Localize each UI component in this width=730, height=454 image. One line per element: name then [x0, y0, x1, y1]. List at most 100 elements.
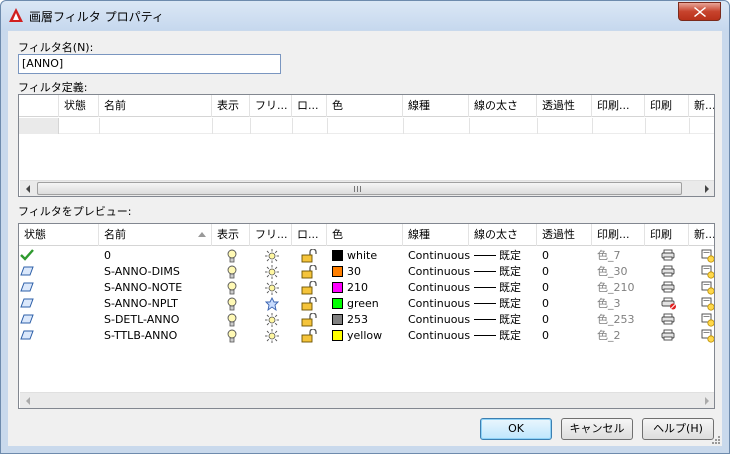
bulb-on-icon[interactable]	[227, 329, 237, 345]
col-lock[interactable]: ロ...	[292, 224, 327, 246]
layer-linetype[interactable]: Continuous	[408, 312, 470, 328]
sun-icon[interactable]	[265, 329, 279, 345]
unlock-icon[interactable]	[301, 328, 317, 345]
layer-plot-style[interactable]: 色_210	[597, 280, 635, 296]
col-freeze[interactable]: フリ...	[250, 224, 292, 246]
layer-row[interactable]: S-TTLB-ANNO yellow Continuous 既定 0 色_2	[19, 328, 714, 345]
bulb-on-icon[interactable]	[227, 313, 237, 329]
scroll-left-icon[interactable]	[20, 181, 36, 197]
def-col-on[interactable]: 表示	[212, 95, 250, 117]
cancel-button[interactable]: キャンセル	[561, 418, 633, 440]
resize-grip-icon[interactable]	[710, 434, 720, 444]
help-button[interactable]: ヘルプ(H)	[642, 418, 714, 440]
layer-linetype[interactable]: Continuous	[408, 328, 470, 344]
def-col-name[interactable]: 名前	[99, 95, 212, 117]
layer-linetype[interactable]: Continuous	[408, 296, 470, 312]
printer-icon[interactable]	[661, 249, 675, 265]
new-vp-freeze-icon[interactable]	[701, 249, 714, 265]
unlock-icon[interactable]	[301, 264, 317, 281]
printer-icon[interactable]	[661, 265, 675, 281]
row-selector[interactable]	[19, 118, 59, 134]
layer-linetype[interactable]: Continuous	[408, 248, 470, 264]
bulb-on-icon[interactable]	[227, 249, 237, 265]
def-col-status[interactable]: 状態	[59, 95, 99, 117]
layer-color[interactable]: 30	[332, 264, 361, 280]
check-icon[interactable]	[20, 249, 34, 265]
layer-transparency[interactable]: 0	[542, 248, 549, 264]
sun-icon[interactable]	[265, 313, 279, 329]
scroll-right-icon[interactable]	[699, 181, 715, 197]
new-vp-freeze-icon[interactable]	[701, 281, 714, 297]
scroll-left-icon[interactable]	[20, 393, 36, 409]
layer-color[interactable]: yellow	[332, 328, 382, 344]
bulb-on-icon[interactable]	[227, 265, 237, 281]
preview-hscrollbar[interactable]	[20, 392, 715, 409]
col-linetype[interactable]: 線種	[403, 224, 469, 246]
layer-icon[interactable]	[20, 313, 34, 329]
layer-transparency[interactable]: 0	[542, 296, 549, 312]
col-color[interactable]: 色	[327, 224, 403, 246]
bulb-on-icon[interactable]	[227, 297, 237, 313]
col-plot-style[interactable]: 印刷...	[592, 224, 645, 246]
def-col-color[interactable]: 色	[327, 95, 403, 117]
printer-icon[interactable]	[661, 329, 675, 345]
unlock-icon[interactable]	[301, 312, 317, 329]
sun-icon[interactable]	[265, 281, 279, 297]
layer-plot-style[interactable]: 色_2	[597, 328, 621, 344]
layer-transparency[interactable]: 0	[542, 280, 549, 296]
layer-lineweight[interactable]: 既定	[474, 248, 521, 264]
new-vp-freeze-icon[interactable]	[701, 329, 714, 345]
layer-row[interactable]: S-DETL-ANNO 253 Continuous 既定 0 色_253	[19, 312, 714, 329]
layer-color[interactable]: green	[332, 296, 379, 312]
filter-name-input[interactable]: [ANNO]	[18, 54, 281, 74]
layer-linetype[interactable]: Continuous	[408, 264, 470, 280]
title-bar[interactable]: 画層フィルタ プロパティ	[1, 1, 729, 30]
unlock-icon[interactable]	[301, 248, 317, 265]
layer-lineweight[interactable]: 既定	[474, 312, 521, 328]
layer-icon[interactable]	[20, 265, 34, 281]
layer-transparency[interactable]: 0	[542, 312, 549, 328]
scroll-right-icon[interactable]	[699, 393, 715, 409]
new-vp-freeze-icon[interactable]	[701, 265, 714, 281]
layer-lineweight[interactable]: 既定	[474, 280, 521, 296]
layer-color[interactable]: white	[332, 248, 377, 264]
ok-button[interactable]: OK	[480, 418, 552, 440]
layer-transparency[interactable]: 0	[542, 264, 549, 280]
unlock-icon[interactable]	[301, 280, 317, 297]
layer-transparency[interactable]: 0	[542, 328, 549, 344]
layer-lineweight[interactable]: 既定	[474, 328, 521, 344]
no-plot-icon[interactable]	[661, 297, 677, 313]
layer-row[interactable]: S-ANNO-NPLT green Continuous 既定 0 色_3	[19, 296, 714, 313]
printer-icon[interactable]	[661, 313, 675, 329]
def-col-0[interactable]	[19, 95, 59, 117]
filter-preview-grid[interactable]: 状態 名前 表示 フリ... ロ... 色 線種 線の太さ 透過性 印刷... …	[18, 223, 715, 409]
layer-row[interactable]: 0 white Continuous 既定 0 色_7	[19, 248, 714, 265]
layer-lineweight[interactable]: 既定	[474, 296, 521, 312]
layer-plot-style[interactable]: 色_253	[597, 312, 635, 328]
sun-icon[interactable]	[265, 249, 279, 265]
snowflake-icon[interactable]	[264, 296, 280, 313]
close-button[interactable]	[678, 2, 721, 21]
layer-plot-style[interactable]: 色_3	[597, 296, 621, 312]
layer-row[interactable]: S-ANNO-NOTE 210 Continuous 既定 0 色_210	[19, 280, 714, 297]
def-col-plot[interactable]: 印刷	[645, 95, 689, 117]
col-status[interactable]: 状態	[19, 224, 99, 246]
layer-color[interactable]: 253	[332, 312, 368, 328]
bulb-on-icon[interactable]	[227, 281, 237, 297]
new-vp-freeze-icon[interactable]	[701, 297, 714, 313]
new-vp-freeze-icon[interactable]	[701, 313, 714, 329]
filter-definition-grid[interactable]: 状態 名前 表示 フリ... ロ... 色 線種 線の太さ 透過性 印刷... …	[18, 94, 715, 197]
col-name[interactable]: 名前	[99, 224, 212, 246]
col-on[interactable]: 表示	[212, 224, 250, 246]
def-col-new-vp[interactable]: 新...	[689, 95, 714, 117]
def-col-linetype[interactable]: 線種	[403, 95, 469, 117]
layer-color[interactable]: 210	[332, 280, 368, 296]
def-col-freeze[interactable]: フリ...	[250, 95, 292, 117]
layer-row[interactable]: S-ANNO-DIMS 30 Continuous 既定 0 色_30	[19, 264, 714, 281]
layer-plot-style[interactable]: 色_7	[597, 248, 621, 264]
unlock-icon[interactable]	[301, 296, 317, 313]
col-new-vp[interactable]: 新...	[689, 224, 714, 246]
scroll-thumb[interactable]	[37, 182, 682, 195]
sun-icon[interactable]	[265, 265, 279, 281]
definition-hscrollbar[interactable]	[20, 180, 715, 197]
